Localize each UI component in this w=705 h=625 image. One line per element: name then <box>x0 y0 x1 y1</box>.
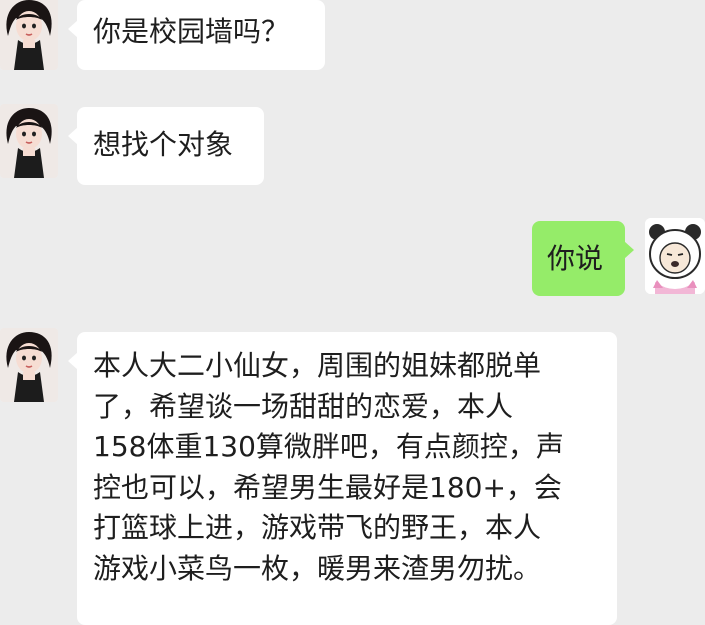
message-text-line: 本人大二小仙女，周围的姐妹都脱单 <box>93 349 542 382</box>
self-avatar[interactable] <box>645 218 705 294</box>
girl-avatar-icon <box>0 328 58 402</box>
message-text: 想找个对象 <box>93 128 234 161</box>
message-bubble[interactable]: 想找个对象 <box>68 107 264 185</box>
message-bubble[interactable]: 本人大二小仙女，周围的姐妹都脱单 了，希望谈一场甜甜的恋爱，本人 158体重13… <box>68 332 617 625</box>
girl-avatar-icon <box>0 0 58 70</box>
message-bubble[interactable]: 你是校园墙吗？ <box>68 0 325 70</box>
sender-avatar[interactable] <box>0 104 58 178</box>
message-text: 你是校园墙吗？ <box>93 15 290 48</box>
girl-avatar-icon <box>0 104 58 178</box>
message-text-line: 了，希望谈一场甜甜的恋爱，本人 <box>93 389 514 423</box>
message-text-line: 打篮球上进，游戏带飞的野王，本人 <box>93 511 542 544</box>
sent-message-bubble[interactable]: 你说 <box>532 221 634 296</box>
panda-meme-avatar-icon <box>645 218 705 294</box>
message-text-line: 158体重130算微胖吧，有点颜控，声 <box>93 430 564 463</box>
chat-window: 你是校园墙吗？ 想找个对象 你说 本人大二小仙女，周围的姐妹都脱单 了，希望谈一… <box>0 0 705 625</box>
sender-avatar[interactable] <box>0 328 58 402</box>
message-text: 你说 <box>547 242 604 275</box>
message-text-line: 游戏小菜鸟一枚，暖男来渣男勿扰。 <box>93 551 542 585</box>
message-text-line: 控也可以，希望男生最好是180+，会 <box>93 470 562 504</box>
sender-avatar[interactable] <box>0 0 58 70</box>
